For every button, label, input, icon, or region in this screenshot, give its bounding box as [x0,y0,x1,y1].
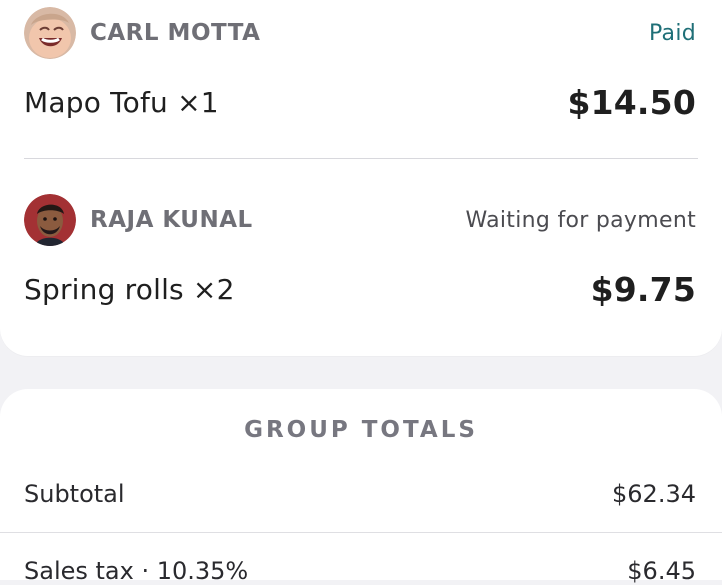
order-item-price: $9.75 [590,270,696,309]
subtotal-label: Subtotal [24,480,125,508]
participant-name: RAJA KUNAL [90,207,253,233]
participant-header: RAJA KUNAL Waiting for payment [24,194,696,246]
participant-header: CARL MOTTA Paid [24,7,696,59]
order-item-row: Spring rolls ×2 $9.75 [24,270,696,309]
participant-divider [24,158,698,159]
order-item-price: $14.50 [567,83,696,122]
order-item-name: Mapo Tofu ×1 [24,86,219,119]
payment-status: Waiting for payment [465,207,696,233]
group-totals-title: GROUP TOTALS [244,417,478,443]
participant-identity: CARL MOTTA [24,7,260,59]
avatar-icon [24,194,76,246]
sales-tax-label: Sales tax · 10.35% [24,557,249,585]
sales-tax-value: $6.45 [627,557,696,585]
payment-status: Paid [648,20,696,46]
participant-carl-motta: CARL MOTTA Paid Mapo Tofu ×1 $14.50 [24,7,696,122]
participant-identity: RAJA KUNAL [24,194,253,246]
totals-divider [0,532,722,533]
order-item-row: Mapo Tofu ×1 $14.50 [24,83,696,122]
avatar-icon [24,7,76,59]
sales-tax-row: Sales tax · 10.35% $6.45 [24,557,696,585]
order-item-name: Spring rolls ×2 [24,273,235,306]
subtotal-value: $62.34 [612,480,696,508]
participant-list-card: CARL MOTTA Paid Mapo Tofu ×1 $14.50 RAJA… [0,0,722,356]
participant-raja-kunal: RAJA KUNAL Waiting for payment Spring ro… [24,194,696,309]
group-totals-card: GROUP TOTALS Subtotal $62.34 Sales tax ·… [0,389,722,585]
participant-name: CARL MOTTA [90,20,261,46]
subtotal-row: Subtotal $62.34 [24,480,696,508]
